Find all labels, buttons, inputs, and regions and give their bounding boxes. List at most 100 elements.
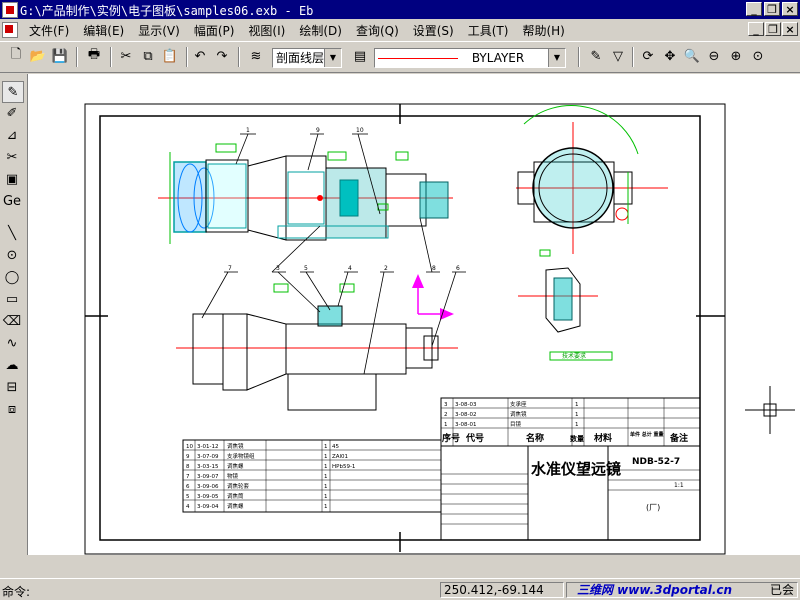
balloon-8: 8 bbox=[432, 265, 436, 272]
bom-row-qty: 1 bbox=[575, 402, 579, 408]
chevron-down-icon[interactable]: ▼ bbox=[548, 49, 565, 67]
left-row-no: 8 bbox=[186, 464, 190, 470]
undo-icon[interactable]: ↶ bbox=[190, 46, 210, 66]
scissors-icon[interactable]: ✂ bbox=[2, 147, 22, 167]
save-icon[interactable]: 💾 bbox=[50, 46, 70, 66]
frame-icon[interactable]: ⧈ bbox=[2, 399, 22, 419]
menu-view[interactable]: 显示(V) bbox=[131, 22, 187, 39]
linetype-icon[interactable]: ▤ bbox=[350, 46, 370, 66]
spline-icon[interactable]: ∿ bbox=[2, 333, 22, 353]
app-icon[interactable] bbox=[2, 2, 18, 18]
menu-settings[interactable]: 设置(S) bbox=[406, 22, 461, 39]
balloon-7: 7 bbox=[228, 265, 232, 272]
new-file-icon[interactable]: 🗋 bbox=[6, 46, 26, 66]
cloud-icon[interactable]: ☁ bbox=[2, 355, 22, 375]
coordinate-readout: 250.412,-69.144 bbox=[440, 582, 564, 598]
drawing-canvas[interactable]: 技术要求 1 9 10 7 3 5 4 2 8 6 10 3-01-12 调焦镜… bbox=[27, 74, 800, 555]
header-material: 材料 bbox=[593, 432, 612, 444]
left-row-qty: 1 bbox=[324, 464, 328, 470]
filter-icon[interactable]: ▽ bbox=[608, 46, 628, 66]
balloon-5: 5 bbox=[304, 265, 308, 272]
redraw-icon[interactable]: ⟳ bbox=[638, 46, 658, 66]
zoom-window-icon[interactable]: 🔍 bbox=[682, 46, 702, 66]
left-row-code: 3-09-05 bbox=[197, 494, 219, 500]
layer-combo[interactable]: 剖面线层 ▼ bbox=[272, 48, 342, 68]
bom-row-no: 1 bbox=[444, 422, 448, 428]
draw-toolbar: ✎ ✐ ⊿ ✂ ▣ Ge ╲ ⊙ ◯ ▭ ⌫ ∿ ☁ ⊟ ⧈ bbox=[0, 73, 26, 553]
left-row-qty: 1 bbox=[324, 494, 328, 500]
pencil-icon[interactable]: ✎ bbox=[586, 46, 606, 66]
left-row-no: 4 bbox=[186, 504, 190, 510]
menu-file[interactable]: 文件(F) bbox=[22, 22, 76, 39]
horizontal-scroll-area bbox=[0, 555, 800, 578]
zoom-all-icon[interactable]: ⊙ bbox=[748, 46, 768, 66]
edit-icon[interactable]: ✐ bbox=[2, 103, 22, 123]
balloon-6: 6 bbox=[456, 265, 460, 272]
hatch-icon[interactable]: ⊟ bbox=[2, 377, 22, 397]
circle-center-icon[interactable]: ⊙ bbox=[2, 245, 22, 265]
block-icon[interactable]: ▣ bbox=[2, 169, 22, 189]
layer-icon[interactable]: ≋ bbox=[246, 46, 266, 66]
bom-row-code: 3-08-01 bbox=[455, 422, 476, 428]
menu-tools[interactable]: 工具(T) bbox=[461, 22, 516, 39]
close-button[interactable]: × bbox=[782, 2, 798, 16]
bom-table-left: 10 3-01-12 调焦镜 1 45 9 3-07-09 支承物镜组 1 ZA… bbox=[182, 439, 442, 513]
left-row-qty: 1 bbox=[324, 454, 328, 460]
header-qty: 数量 bbox=[570, 434, 584, 443]
line-icon[interactable]: ╲ bbox=[2, 223, 22, 243]
redo-icon[interactable]: ↷ bbox=[212, 46, 232, 66]
open-file-icon[interactable]: 📂 bbox=[28, 46, 48, 66]
watermark-text: 三维网 www.3dportal.cn bbox=[577, 583, 733, 597]
cut-icon[interactable]: ✂ bbox=[116, 46, 136, 66]
zoom-in-icon[interactable]: ⊕ bbox=[726, 46, 746, 66]
bom-row-name: 调焦镜 bbox=[510, 410, 527, 418]
zoom-out-icon[interactable]: ⊖ bbox=[704, 46, 724, 66]
arc-icon[interactable]: ◯ bbox=[2, 267, 22, 287]
header-note: 备注 bbox=[669, 432, 688, 444]
restore-button[interactable]: ❐ bbox=[764, 2, 780, 16]
menu-sheet[interactable]: 幅面(P) bbox=[187, 22, 242, 39]
bom-row-no: 3 bbox=[444, 402, 448, 408]
drawing-number: NDB-52-7 bbox=[632, 457, 680, 467]
rectangle-icon[interactable]: ▭ bbox=[2, 289, 22, 309]
pan-icon[interactable]: ✥ bbox=[660, 46, 680, 66]
menu-edit[interactable]: 编辑(E) bbox=[76, 22, 131, 39]
copy-icon[interactable]: ⧉ bbox=[138, 46, 158, 66]
left-row-qty: 1 bbox=[324, 474, 328, 480]
left-row-no: 9 bbox=[186, 454, 190, 460]
header-weight: 单件 总计 重量 bbox=[630, 431, 663, 438]
menu-draw[interactable]: 绘制(D) bbox=[292, 22, 349, 39]
left-row-code: 3-01-12 bbox=[197, 444, 218, 450]
layer-combo-value: 剖面线层 bbox=[276, 51, 325, 65]
menu-bar: 文件(F) 编辑(E) 显示(V) 幅面(P) 视图(I) 绘制(D) 查询(Q… bbox=[0, 19, 800, 41]
menu-help[interactable]: 帮助(H) bbox=[515, 22, 571, 39]
main-toolbar: 🗋 📂 💾 🖶 ✂ ⧉ 📋 ↶ ↷ ≋ 剖面线层 ▼ ▤ BYLAYER ▼ ✎… bbox=[0, 41, 800, 73]
left-row-code: 3-09-04 bbox=[197, 504, 219, 510]
select-pen-icon[interactable]: ✎ bbox=[2, 81, 24, 103]
bom-row-no: 2 bbox=[444, 412, 448, 418]
print-icon[interactable]: 🖶 bbox=[84, 46, 104, 66]
left-row-name: 调焦镜 bbox=[227, 442, 244, 450]
menu-query[interactable]: 查询(Q) bbox=[349, 22, 406, 39]
menu-viewport[interactable]: 视图(I) bbox=[241, 22, 292, 39]
balloon-1: 1 bbox=[246, 127, 250, 134]
command-label: 命令: bbox=[2, 585, 31, 599]
balloon-3: 3 bbox=[276, 265, 280, 272]
drawing-title: 水准仪望远镜 bbox=[531, 460, 621, 478]
detail-view: 技术要求 bbox=[518, 267, 613, 361]
doc-restore-button[interactable]: ❐ bbox=[765, 22, 781, 36]
paste-icon[interactable]: 📋 bbox=[160, 46, 180, 66]
linetype-combo[interactable]: BYLAYER ▼ bbox=[374, 48, 566, 68]
doc-minimize-button[interactable]: _ bbox=[748, 22, 764, 36]
chevron-down-icon[interactable]: ▼ bbox=[324, 49, 341, 67]
dimension-icon[interactable]: ⊿ bbox=[2, 125, 22, 145]
doc-close-button[interactable]: × bbox=[782, 22, 798, 36]
balloon-2: 2 bbox=[384, 265, 388, 272]
minimize-button[interactable]: _ bbox=[746, 2, 762, 16]
left-row-no: 10 bbox=[186, 444, 193, 450]
bom-row-name: 支承座 bbox=[510, 400, 527, 408]
document-icon[interactable] bbox=[2, 22, 18, 38]
library-icon[interactable]: Ge bbox=[2, 191, 22, 211]
left-row-qty: 1 bbox=[324, 504, 328, 510]
erase-icon[interactable]: ⌫ bbox=[2, 311, 22, 331]
